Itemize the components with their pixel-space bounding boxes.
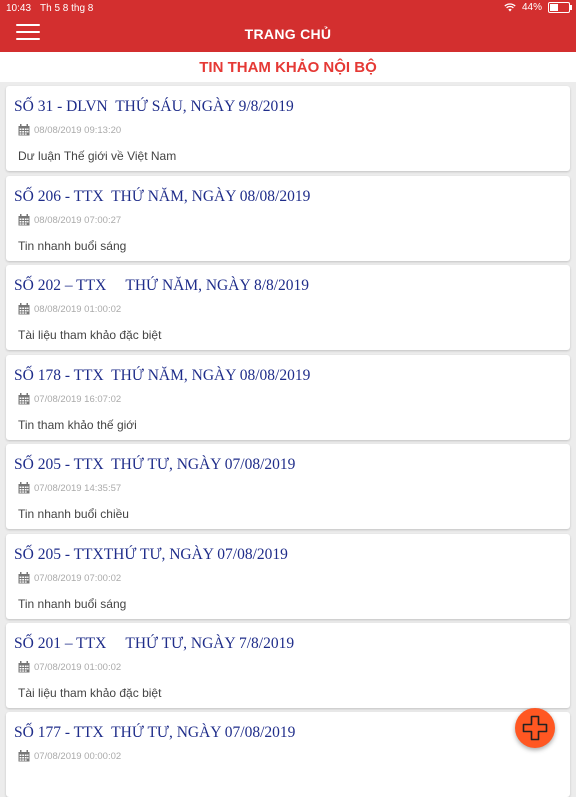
article-meta: 08/08/2019 09:13:20 [18,124,121,136]
calendar-icon [18,572,30,584]
wifi-icon [504,3,516,12]
article-card[interactable]: SỐ 205 - TTXTHỨ TƯ, NGÀY 07/08/2019 07/0… [6,534,570,619]
article-meta: 07/08/2019 07:00:02 [18,572,121,584]
article-timestamp: 07/08/2019 14:35:57 [34,482,122,494]
article-card[interactable]: SỐ 206 - TTX THỨ NĂM, NGÀY 08/08/2019 08… [6,176,570,261]
article-description: Tin nhanh buổi sáng [18,239,127,253]
article-description: Tài liệu tham khảo đặc biệt [18,686,162,700]
article-card[interactable]: SỐ 201 – TTX THỨ TƯ, NGÀY 7/8/2019 07/08… [6,623,570,708]
article-meta: 07/08/2019 00:00:02 [18,750,121,762]
article-meta: 08/08/2019 01:00:02 [18,303,121,315]
calendar-icon [18,750,30,762]
section-title: TIN THAM KHẢO NỘI BỘ [0,52,576,82]
calendar-icon [18,124,30,136]
article-title: SỐ 177 - TTX THỨ TƯ, NGÀY 07/08/2019 [14,724,296,741]
status-right: 44% [504,2,572,13]
plus-icon [522,715,548,741]
article-title: SỐ 206 - TTX THỨ NĂM, NGÀY 08/08/2019 [14,188,311,205]
article-description: Tài liệu tham khảo đặc biệt [18,328,162,342]
status-time: 10:43 [6,3,32,14]
article-timestamp: 07/08/2019 00:00:02 [34,750,122,762]
article-title: SỐ 202 – TTX THỨ NĂM, NGÀY 8/8/2019 [14,277,310,294]
status-bar: 10:43 Th 5 8 thg 8 44% [0,0,576,16]
article-timestamp: 08/08/2019 07:00:27 [34,214,122,226]
article-meta: 08/08/2019 07:00:27 [18,214,121,226]
article-card[interactable]: SỐ 177 - TTX THỨ TƯ, NGÀY 07/08/2019 07/… [6,712,570,797]
article-title: SỐ 31 - DLVN THỨ SÁU, NGÀY 9/8/2019 [14,98,294,115]
article-card[interactable]: SỐ 178 - TTX THỨ NĂM, NGÀY 08/08/2019 07… [6,355,570,440]
article-meta: 07/08/2019 14:35:57 [18,482,121,494]
article-timestamp: 07/08/2019 16:07:02 [34,393,122,405]
article-title: SỐ 205 - TTX THỨ TƯ, NGÀY 07/08/2019 [14,456,296,473]
page-title: TRANG CHỦ [244,26,332,42]
battery-icon [548,2,572,13]
calendar-icon [18,214,30,226]
article-card[interactable]: SỐ 31 - DLVN THỨ SÁU, NGÀY 9/8/2019 08/0… [6,86,570,171]
article-description: Tin tham khảo thế giới [18,418,137,432]
article-card[interactable]: SỐ 202 – TTX THỨ NĂM, NGÀY 8/8/2019 08/0… [6,265,570,350]
battery-percent: 44% [521,2,542,13]
article-meta: 07/08/2019 16:07:02 [18,393,121,405]
article-timestamp: 07/08/2019 07:00:02 [34,572,122,584]
article-description: Tin nhanh buổi chiều [18,507,129,521]
article-description: Dư luận Thế giới về Việt Nam [18,149,177,163]
calendar-icon [18,661,30,673]
article-timestamp: 08/08/2019 09:13:20 [34,124,122,136]
article-timestamp: 08/08/2019 01:00:02 [34,303,122,315]
article-title: SỐ 205 - TTXTHỨ TƯ, NGÀY 07/08/2019 [14,546,288,563]
article-card[interactable]: SỐ 205 - TTX THỨ TƯ, NGÀY 07/08/2019 07/… [6,444,570,529]
calendar-icon [18,482,30,494]
calendar-icon [18,393,30,405]
article-title: SỐ 178 - TTX THỨ NĂM, NGÀY 08/08/2019 [14,367,311,384]
calendar-icon [18,303,30,315]
article-description: Tin nhanh buổi sáng [18,597,127,611]
article-title: SỐ 201 – TTX THỨ TƯ, NGÀY 7/8/2019 [14,635,295,652]
add-button[interactable] [515,708,555,748]
app-header: 10:43 Th 5 8 thg 8 44% TRANG CHỦ [0,0,576,52]
article-timestamp: 07/08/2019 01:00:02 [34,661,122,673]
status-date: Th 5 8 thg 8 [40,3,94,14]
article-meta: 07/08/2019 01:00:02 [18,661,121,673]
